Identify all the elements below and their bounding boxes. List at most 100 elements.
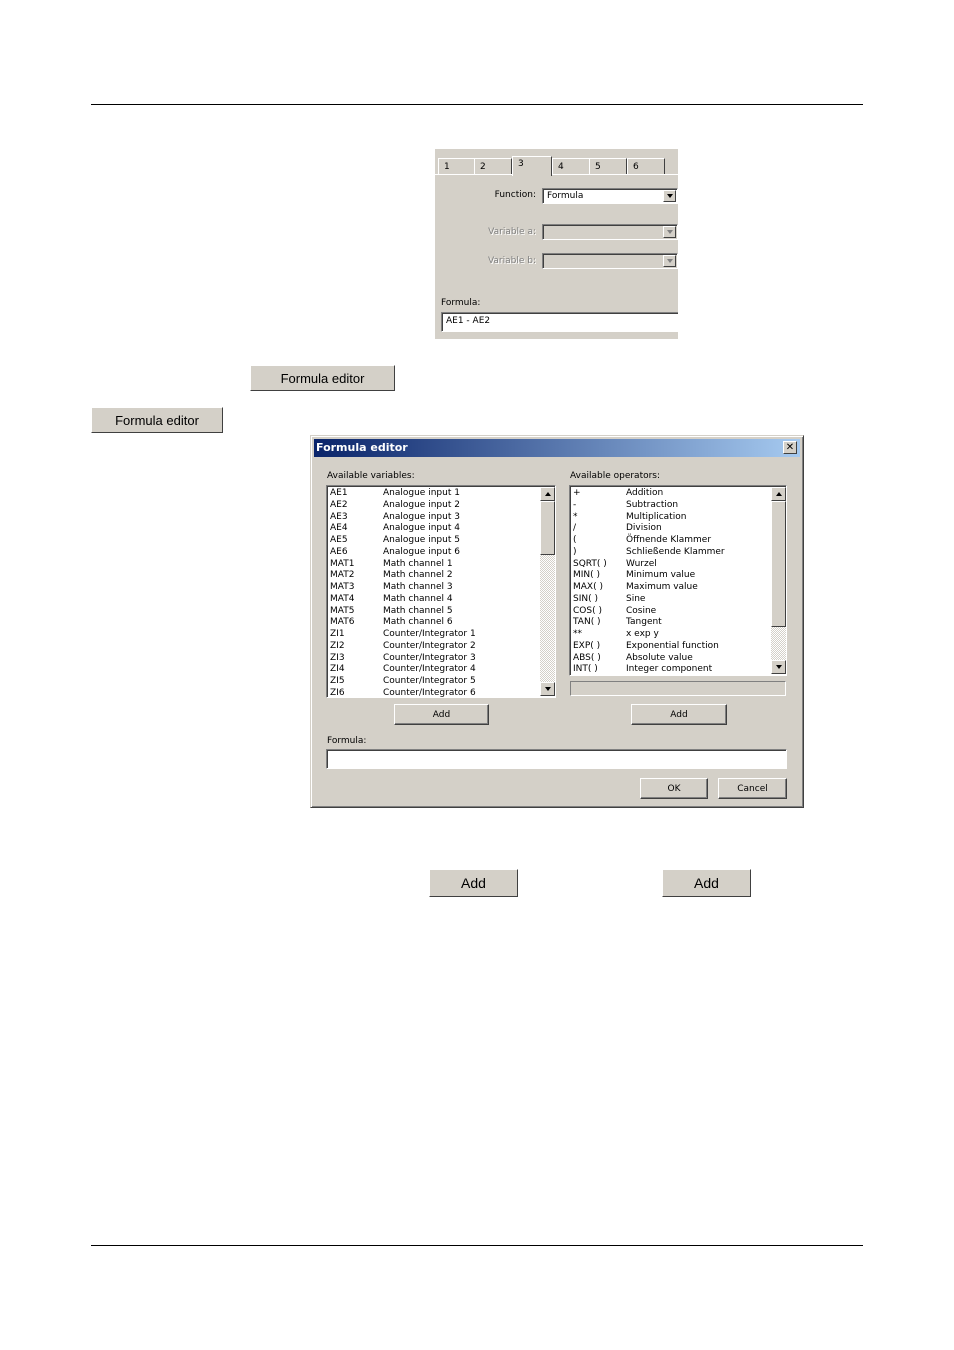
item-symbol: AE1 bbox=[330, 488, 348, 498]
dialog-titlebar[interactable]: Formula editor ✕ bbox=[314, 439, 800, 457]
item-symbol: SIN( ) bbox=[573, 593, 598, 604]
item-symbol: ZI1 bbox=[330, 629, 345, 639]
scroll-down-icon[interactable] bbox=[771, 660, 786, 674]
variables-scrollbar[interactable] bbox=[540, 487, 555, 696]
item-symbol: TAN( ) bbox=[573, 617, 601, 628]
function-label: Function: bbox=[494, 190, 536, 200]
item-description: x exp y bbox=[626, 629, 659, 639]
function-value: Formula bbox=[547, 191, 584, 201]
dialog-formula-label: Formula: bbox=[327, 736, 367, 746]
variable-b-label: Variable b: bbox=[487, 256, 536, 266]
item-symbol: ) bbox=[573, 546, 577, 557]
formula-editor-button-margin[interactable]: Formula editor bbox=[91, 407, 223, 433]
dialog-formula-field[interactable] bbox=[326, 749, 787, 769]
item-symbol: ZI2 bbox=[330, 640, 345, 651]
item-description: Math channel 3 bbox=[383, 582, 453, 592]
item-symbol: AE2 bbox=[330, 499, 348, 510]
item-description: Schließende Klammer bbox=[626, 546, 725, 557]
item-symbol: ABS( ) bbox=[573, 652, 601, 663]
item-description: Exponential function bbox=[626, 640, 719, 651]
scroll-up-icon[interactable] bbox=[771, 487, 786, 501]
formula-field[interactable]: AE1 - AE2 bbox=[441, 312, 678, 332]
item-description: Counter/Integrator 1 bbox=[383, 629, 476, 639]
item-symbol: MAT4 bbox=[330, 593, 355, 604]
item-description: Counter/Integrator 2 bbox=[383, 640, 476, 651]
item-description: Analogue input 6 bbox=[383, 546, 460, 557]
item-symbol: AE3 bbox=[330, 511, 348, 522]
item-description: Counter/Integrator 4 bbox=[383, 664, 476, 675]
tab-6[interactable]: 6 bbox=[627, 158, 665, 174]
scroll-down-icon[interactable] bbox=[540, 682, 555, 696]
header-rule bbox=[91, 104, 863, 105]
tab-1[interactable]: 1 bbox=[438, 158, 476, 174]
item-description: Counter/Integrator 6 bbox=[383, 687, 476, 698]
item-symbol: AE6 bbox=[330, 546, 348, 557]
operators-label: Available operators: bbox=[570, 471, 661, 481]
item-symbol: AE5 bbox=[330, 535, 348, 545]
operator-description-field bbox=[570, 681, 786, 696]
item-description: Analogue input 1 bbox=[383, 488, 460, 498]
add-operator-snippet-button[interactable]: Add bbox=[662, 869, 751, 897]
formula-value: AE1 - AE2 bbox=[446, 316, 491, 326]
ok-button[interactable]: OK bbox=[640, 778, 708, 799]
item-symbol: + bbox=[573, 488, 581, 498]
item-symbol: MAX( ) bbox=[573, 582, 603, 592]
item-description: Wurzel bbox=[626, 558, 657, 569]
item-description: Analogue input 2 bbox=[383, 499, 460, 510]
chevron-down-icon bbox=[663, 255, 676, 267]
item-symbol: ** bbox=[573, 629, 582, 639]
chevron-down-icon[interactable] bbox=[663, 190, 676, 202]
item-symbol: MAT1 bbox=[330, 558, 355, 569]
item-description: Math channel 4 bbox=[383, 593, 453, 604]
item-symbol: MAT6 bbox=[330, 617, 355, 628]
item-description: Maximum value bbox=[626, 582, 698, 592]
add-variable-button[interactable]: Add bbox=[394, 704, 489, 725]
variable-a-label: Variable a: bbox=[488, 227, 536, 237]
operators-list[interactable]: + Addition - Subtraction * Multiplication / Div… bbox=[569, 485, 787, 676]
chevron-down-icon bbox=[663, 226, 676, 238]
item-description: Analogue input 3 bbox=[383, 511, 460, 522]
function-select[interactable]: Formula bbox=[542, 188, 678, 204]
item-symbol: ZI3 bbox=[330, 652, 345, 663]
variables-label: Available variables: bbox=[327, 471, 415, 481]
item-description: Analogue input 5 bbox=[383, 535, 460, 545]
item-symbol: ZI4 bbox=[330, 664, 345, 675]
math-channel-settings-panel: 1 2 3 4 5 6 Function: Formula Variable a… bbox=[435, 149, 678, 339]
add-variable-snippet-button[interactable]: Add bbox=[429, 869, 518, 897]
item-description: Cosine bbox=[626, 605, 657, 616]
scroll-thumb[interactable] bbox=[771, 501, 786, 627]
item-symbol: AE4 bbox=[330, 523, 348, 534]
dialog-title: Formula editor bbox=[316, 441, 408, 454]
item-symbol: / bbox=[573, 523, 577, 534]
item-symbol: MAT2 bbox=[330, 570, 355, 581]
operators-scrollbar[interactable] bbox=[771, 487, 786, 674]
footer-rule bbox=[91, 1245, 863, 1246]
item-symbol: EXP( ) bbox=[573, 640, 601, 651]
close-icon[interactable]: ✕ bbox=[783, 441, 797, 454]
add-operator-button[interactable]: Add bbox=[631, 704, 727, 725]
item-description: Division bbox=[626, 523, 662, 534]
variable-a-select bbox=[542, 224, 678, 240]
item-symbol: MAT3 bbox=[330, 582, 355, 592]
tab-2[interactable]: 2 bbox=[474, 158, 512, 174]
tab-4[interactable]: 4 bbox=[552, 158, 590, 174]
item-symbol: ZI5 bbox=[330, 676, 345, 686]
item-description: Math channel 2 bbox=[383, 570, 453, 581]
tab-5[interactable]: 5 bbox=[589, 158, 627, 174]
item-symbol: - bbox=[573, 499, 577, 510]
variables-list[interactable]: AE1 Analogue input 1 AE2 Analogue input 2 AE… bbox=[326, 485, 556, 698]
item-description: Math channel 1 bbox=[383, 558, 453, 569]
item-description: Analogue input 4 bbox=[383, 523, 460, 534]
item-description: Counter/Integrator 5 bbox=[383, 676, 476, 686]
item-symbol: * bbox=[573, 511, 578, 522]
scroll-up-icon[interactable] bbox=[540, 487, 555, 501]
item-description: Tangent bbox=[626, 617, 662, 628]
item-symbol: COS( ) bbox=[573, 605, 602, 616]
scroll-thumb[interactable] bbox=[540, 501, 555, 555]
tab-3[interactable]: 3 bbox=[512, 156, 552, 176]
item-symbol: ZI6 bbox=[330, 687, 345, 698]
formula-editor-button[interactable]: Formula editor bbox=[250, 365, 395, 391]
cancel-button[interactable]: Cancel bbox=[718, 778, 787, 799]
item-symbol: MIN( ) bbox=[573, 570, 601, 581]
formula-label: Formula: bbox=[441, 298, 481, 308]
